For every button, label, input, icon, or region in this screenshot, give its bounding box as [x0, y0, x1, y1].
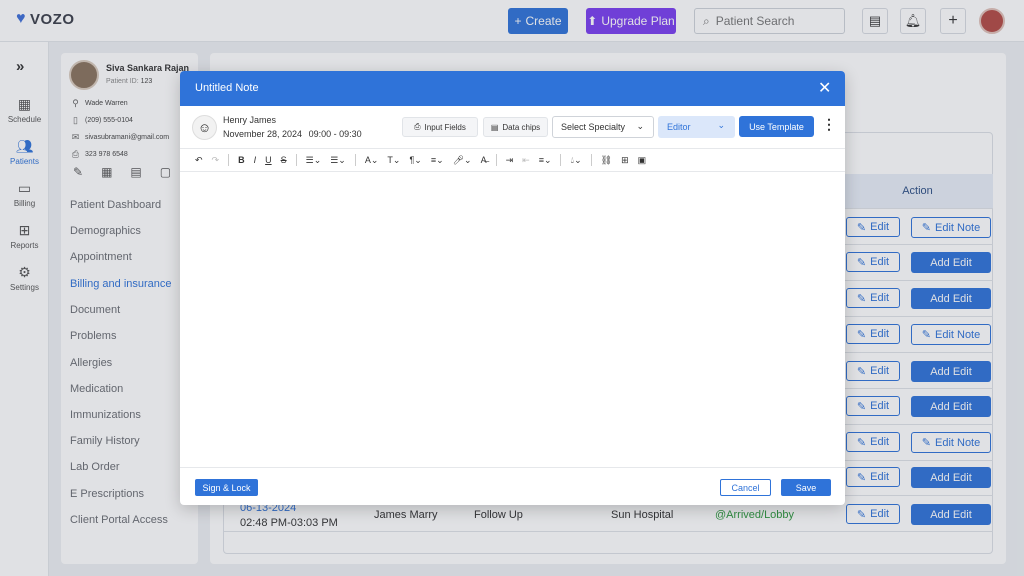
printer-icon: ⎙ [414, 122, 421, 131]
note-modal: Untitled Note ✕ ☺ Henry James November 2… [180, 71, 845, 505]
italic-icon[interactable]: I [254, 155, 257, 165]
toolbar-separator [495, 154, 497, 166]
indent-icon[interactable]: ⇥ [506, 155, 514, 166]
font-color-icon[interactable]: A⌄ [365, 155, 379, 166]
sign-lock-button[interactable]: Sign & Lock [195, 479, 258, 496]
specialty-value: Select Specialty [561, 122, 626, 132]
modal-title: Untitled Note [195, 82, 259, 94]
microphone-icon[interactable]: 🎤︎⌄ [453, 155, 472, 166]
specialty-select[interactable]: Select Specialty ⌄ [552, 116, 654, 138]
input-fields-button[interactable]: ⎙ Input Fields [402, 117, 478, 137]
outdent-icon[interactable]: ⇤ [522, 155, 530, 166]
document-icon: ▤ [490, 122, 499, 132]
note-editor-area[interactable] [180, 172, 845, 467]
undo-icon[interactable]: ↶ [195, 155, 203, 166]
highlight-icon[interactable]: 💧︎⌄ [570, 155, 581, 166]
image-icon[interactable]: ▣ [638, 155, 647, 166]
font-size-icon[interactable]: T⌄ [387, 155, 400, 166]
data-chips-label: Data chips [502, 122, 541, 132]
toolbar-separator [560, 154, 562, 166]
redo-icon[interactable]: ↷ [212, 155, 220, 166]
line-height-icon[interactable]: ≡⌄ [431, 155, 444, 166]
chevron-down-icon: ⌄ [717, 120, 725, 130]
toolbar-separator [228, 154, 230, 166]
cancel-button[interactable]: Cancel [720, 479, 771, 496]
underline-icon[interactable]: U [265, 155, 272, 165]
numbered-list-icon[interactable]: ☰⌄ [330, 155, 346, 166]
chevron-down-icon: ⌄ [636, 121, 644, 131]
data-chips-button[interactable]: ▤ Data chips [483, 117, 548, 137]
spellcheck-icon[interactable]: A̶ [481, 155, 487, 165]
provider-name: Henry James [223, 115, 277, 125]
close-icon[interactable]: ✕ [818, 78, 831, 98]
use-template-button[interactable]: Use Template [739, 116, 814, 137]
strikethrough-icon[interactable]: S [281, 155, 287, 165]
paragraph-icon[interactable]: ¶⌄ [409, 155, 421, 166]
bold-icon[interactable]: B [238, 155, 245, 165]
toolbar-separator [354, 154, 356, 166]
bullet-list-icon[interactable]: ☰⌄ [306, 155, 322, 166]
modal-header: Untitled Note ✕ [180, 71, 845, 106]
link-icon[interactable]: ⛓ [601, 155, 612, 166]
editor-mode-value: Editor [667, 122, 691, 132]
table-icon[interactable]: ⊞ [621, 155, 629, 166]
provider-avatar: ☺ [192, 115, 217, 140]
editor-mode-select[interactable]: Editor ⌄ [658, 116, 735, 138]
input-fields-label: Input Fields [424, 122, 466, 132]
toolbar-separator [295, 154, 297, 166]
editor-toolbar: ↶ ↷ B I U S ☰⌄ ☰⌄ A⌄ T⌄ ¶⌄ ≡⌄ 🎤︎⌄ A̶ ⇥ ⇤… [180, 148, 845, 172]
align-icon[interactable]: ≡⌄ [539, 155, 552, 166]
modal-footer: Sign & Lock Cancel Save [180, 467, 845, 505]
toolbar-separator [590, 154, 592, 166]
more-options-icon[interactable]: ⋮ [822, 116, 836, 133]
note-date: November 28, 2024 [223, 129, 303, 139]
note-datetime: November 28, 2024 09:00 - 09:30 [223, 129, 362, 139]
note-time: 09:00 - 09:30 [308, 129, 362, 139]
save-button[interactable]: Save [781, 479, 831, 496]
